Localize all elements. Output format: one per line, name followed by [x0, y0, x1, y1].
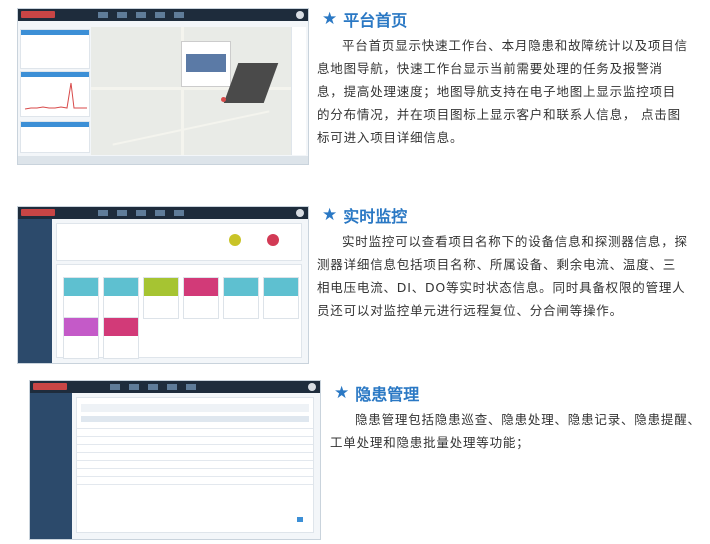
star-icon: ★ [322, 205, 338, 225]
detector-card[interactable] [263, 277, 299, 319]
app-logo [33, 383, 67, 390]
detector-card[interactable] [63, 277, 99, 319]
avatar [296, 209, 304, 217]
fault-panel [20, 121, 90, 153]
status-red-icon [267, 234, 279, 246]
pagination-button[interactable] [297, 517, 303, 522]
app-nav [98, 12, 184, 18]
section-title: 隐患管理 [355, 385, 420, 404]
star-icon: ★ [334, 383, 350, 403]
app-nav [110, 384, 196, 390]
map-marker-icon[interactable] [221, 97, 226, 102]
detector-card[interactable] [223, 277, 259, 319]
stats-chart-panel [20, 71, 90, 117]
section-title: 实时监控 [343, 207, 408, 226]
tree-sidebar[interactable] [18, 219, 52, 363]
section-title: 平台首页 [343, 11, 408, 30]
app-topbar [30, 381, 320, 393]
section-body: 平台首页显示快速工作台、本月隐患和故障统计以及项目信息地图导航，快速工作台显示当… [317, 38, 688, 145]
filter-bar[interactable] [81, 404, 309, 412]
app-footer [18, 156, 308, 164]
section-heading-monitor: ★ 实时监控 [322, 203, 407, 227]
section-body: 实时监控可以查看项目名称下的设备信息和探测器信息，探测器详细信息包括项目名称、所… [317, 234, 688, 318]
map-popup[interactable] [181, 41, 231, 87]
map-view[interactable] [91, 27, 296, 155]
avatar [296, 11, 304, 19]
detector-card[interactable] [103, 277, 139, 319]
monitor-screenshot [17, 206, 309, 364]
map-legend [291, 27, 306, 155]
status-yellow-icon [229, 234, 241, 246]
detector-card[interactable] [183, 277, 219, 319]
section-body: 隐患管理包括隐患巡查、隐患处理、隐患记录、隐患提醒、工单处理和隐患批量处理等功能… [330, 412, 701, 450]
section-heading-home: ★ 平台首页 [322, 7, 407, 31]
app-topbar [18, 9, 308, 21]
detector-card[interactable] [63, 317, 99, 359]
detector-card[interactable] [143, 277, 179, 319]
menu-sidebar[interactable] [30, 393, 72, 539]
app-topbar [18, 207, 308, 219]
avatar [308, 383, 316, 391]
table-header [81, 416, 309, 422]
detector-grid [56, 264, 302, 359]
hazard-screenshot [29, 380, 321, 540]
device-info-panel [56, 223, 302, 261]
app-logo [21, 209, 55, 216]
detector-card[interactable] [103, 317, 139, 359]
hazard-table [76, 397, 314, 533]
section-heading-hazard: ★ 隐患管理 [334, 381, 419, 405]
workbench-panel [20, 29, 90, 69]
app-logo [21, 11, 55, 18]
app-nav [98, 210, 184, 216]
star-icon: ★ [322, 9, 338, 29]
home-screenshot [17, 8, 309, 165]
